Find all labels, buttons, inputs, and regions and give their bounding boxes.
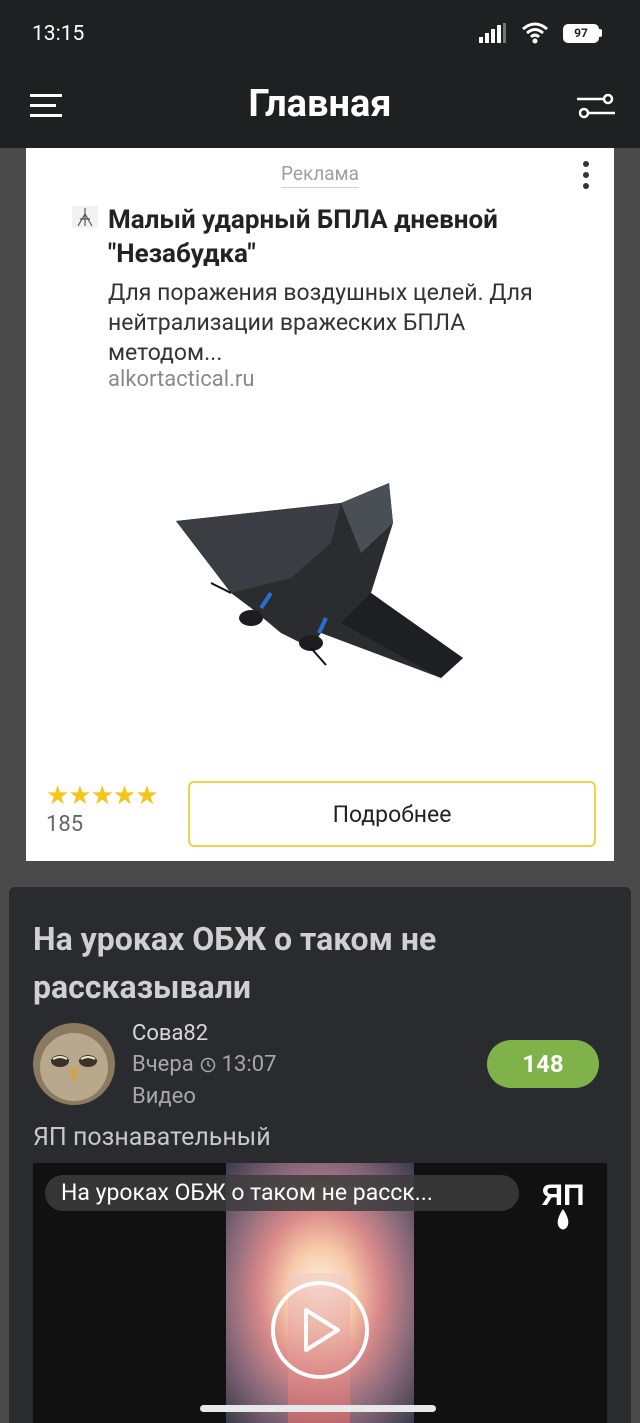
post-meta: Вчера 13:07 [132, 1052, 276, 1077]
ad-image-drone[interactable] [171, 483, 471, 693]
post-card: На уроках ОБЖ о таком не рассказывали Со… [9, 887, 631, 1423]
svg-text:ЯП: ЯП [541, 1179, 584, 1212]
filter-icon [577, 93, 615, 119]
status-bar: 13:15 97 [0, 0, 640, 70]
filter-button[interactable] [574, 86, 618, 126]
home-indicator[interactable] [200, 1405, 436, 1412]
video-title: На уроках ОБЖ о таком не расск... [45, 1175, 519, 1211]
post-author[interactable]: Сова82 [132, 1021, 208, 1046]
app-bar: Главная [0, 70, 640, 148]
ad-description: Для поражения воздушных целей. Для нейтр… [108, 279, 533, 366]
page-title: Главная [248, 82, 392, 126]
channel-logo-icon: ЯП [541, 1179, 585, 1230]
status-icons: 97 [479, 22, 602, 44]
post-score-badge: 148 [487, 1040, 599, 1088]
post-time: 13:07 [221, 1052, 277, 1077]
rating-count: 185 [46, 812, 84, 837]
clock-icon [200, 1057, 215, 1072]
ad-domain[interactable]: alkortactical.ru [108, 367, 254, 392]
post-date: Вчера [132, 1052, 194, 1077]
ad-card[interactable]: Реклама Малый ударный БПЛА дневной "Неза… [26, 148, 614, 861]
signal-icon [479, 23, 506, 43]
rating-stars: ★★★★★ [46, 781, 159, 811]
ad-headline[interactable]: Малый ударный БПЛА дневной "Незабудка" [108, 203, 578, 271]
play-button[interactable] [271, 1281, 369, 1379]
post-channel[interactable]: ЯП познавательный [33, 1123, 271, 1152]
play-icon [304, 1308, 340, 1352]
battery-icon: 97 [563, 23, 602, 43]
ad-favicon-icon [72, 206, 98, 228]
post-title[interactable]: На уроках ОБЖ о таком не рассказывали [33, 915, 593, 1011]
battery-level: 97 [563, 23, 599, 43]
status-time: 13:15 [32, 22, 85, 46]
ad-label: Реклама [26, 162, 614, 188]
post-type: Видео [132, 1084, 196, 1109]
video-player[interactable]: На уроках ОБЖ о таком не расск... ЯП [33, 1163, 607, 1423]
avatar[interactable] [33, 1023, 115, 1105]
wifi-icon [522, 22, 548, 44]
more-details-button[interactable]: Подробнее [188, 781, 596, 847]
more-options-icon[interactable] [576, 158, 596, 192]
